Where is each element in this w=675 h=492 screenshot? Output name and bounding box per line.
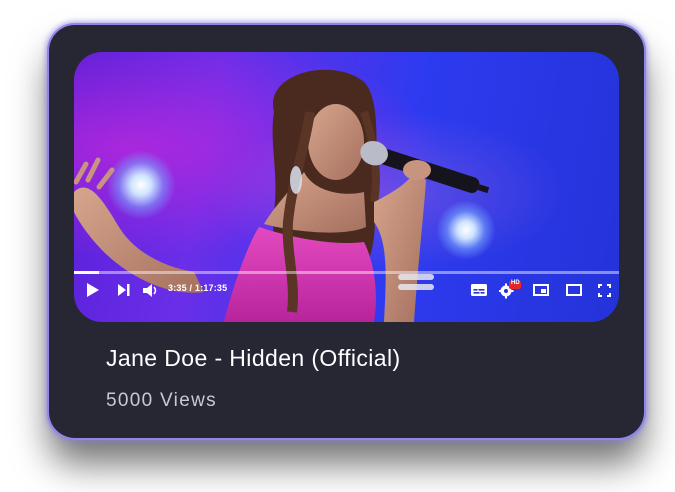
progress-fill bbox=[74, 271, 100, 274]
play-icon bbox=[86, 283, 99, 297]
time-display: 3:35 / 1:17:35 bbox=[168, 283, 228, 293]
miniplayer-icon bbox=[533, 284, 549, 296]
next-icon bbox=[118, 284, 130, 296]
video-player[interactable]: 3:35 / 1:17:35 HD bbox=[74, 52, 619, 322]
subtitles-icon bbox=[471, 284, 487, 296]
video-title[interactable]: Jane Doe - Hidden (Official) bbox=[106, 345, 401, 372]
theater-icon bbox=[566, 284, 582, 296]
progress-bar[interactable] bbox=[74, 271, 619, 274]
volume-button[interactable] bbox=[142, 278, 158, 302]
video-card[interactable]: 3:35 / 1:17:35 HD Jane Doe - Hidden (Off… bbox=[49, 25, 644, 438]
settings-button[interactable]: HD bbox=[499, 278, 521, 302]
hd-badge: HD bbox=[511, 280, 520, 286]
next-button[interactable] bbox=[116, 278, 132, 302]
fullscreen-button[interactable] bbox=[596, 278, 612, 302]
fullscreen-icon bbox=[597, 283, 611, 297]
miniplayer-button[interactable] bbox=[532, 278, 550, 302]
player-controls: 3:35 / 1:17:35 HD bbox=[74, 278, 619, 308]
volume-icon bbox=[143, 283, 157, 297]
view-count: 5000 Views bbox=[106, 390, 217, 411]
play-button[interactable] bbox=[84, 278, 100, 302]
subtitles-button[interactable] bbox=[470, 278, 488, 302]
theater-mode-button[interactable] bbox=[565, 278, 583, 302]
